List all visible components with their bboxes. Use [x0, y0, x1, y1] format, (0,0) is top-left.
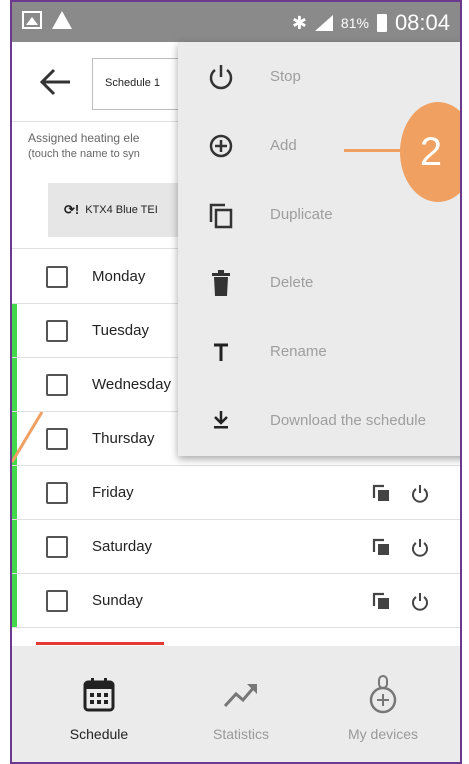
copy-icon — [209, 203, 233, 228]
day-label: Sunday — [92, 592, 143, 609]
menu-label-stop: Stop — [270, 68, 301, 85]
overflow-menu: Stop Add Duplicate Delete Rename Downloa… — [178, 42, 460, 456]
sync-alert-icon: ⟳! — [64, 202, 80, 217]
assigned-elements-text: Assigned heating ele (touch the name to … — [28, 130, 140, 162]
nav-label-my-devices: My devices — [347, 726, 419, 742]
day-label: Saturday — [92, 538, 153, 555]
nav-my-devices[interactable]: My devices — [308, 646, 458, 756]
menu-item-delete[interactable]: Delete — [178, 248, 460, 317]
day-checkbox[interactable] — [46, 482, 68, 504]
signal-icon — [314, 15, 333, 31]
day-checkbox[interactable] — [46, 266, 68, 288]
menu-label-download: Download the schedule — [270, 411, 426, 429]
thermostat-icon — [369, 675, 397, 714]
menu-item-download[interactable]: Download the schedule — [178, 386, 460, 455]
trend-icon — [223, 684, 257, 708]
power-icon[interactable] — [410, 537, 430, 557]
warning-icon — [52, 11, 72, 29]
day-row-saturday[interactable]: Saturday — [12, 520, 460, 574]
assigned-line1: Assigned heating ele — [28, 131, 140, 145]
day-checkbox[interactable] — [46, 374, 68, 396]
nav-schedule[interactable]: Schedule — [24, 646, 174, 756]
battery-icon — [376, 14, 387, 32]
day-checkbox[interactable] — [46, 536, 68, 558]
power-icon — [209, 65, 233, 90]
calendar-icon — [83, 678, 115, 712]
status-bar: ✱ 81% 08:04 — [12, 2, 460, 42]
nav-statistics[interactable]: Statistics — [166, 646, 316, 756]
menu-item-stop[interactable]: Stop — [178, 42, 460, 111]
clock: 08:04 — [394, 10, 450, 35]
text-icon — [214, 343, 228, 362]
day-label: Tuesday — [92, 322, 149, 339]
menu-label-add: Add — [270, 136, 297, 154]
arrow-left-icon — [39, 68, 70, 96]
trash-icon — [212, 270, 230, 297]
power-icon[interactable] — [410, 591, 430, 611]
battery-percent: 81% — [340, 15, 369, 31]
device-name: KTX4 Blue TEI — [85, 204, 158, 216]
menu-label-delete: Delete — [270, 274, 314, 292]
copy-icon[interactable] — [372, 592, 390, 610]
day-label: Wednesday — [92, 376, 171, 393]
download-icon — [214, 410, 228, 429]
nav-label-schedule: Schedule — [69, 726, 129, 742]
image-notification-icon — [22, 11, 42, 29]
day-label: Monday — [92, 268, 146, 285]
day-row-friday[interactable]: Friday — [12, 466, 460, 520]
assigned-line2: (touch the name to syn — [28, 148, 140, 160]
day-label: Thursday — [92, 430, 155, 447]
back-button[interactable] — [38, 64, 74, 100]
day-row-sunday[interactable]: Sunday — [12, 574, 460, 628]
phone-frame: ✱ 81% 08:04 Schedule 1 Assigned heating … — [10, 0, 462, 764]
add-circle-icon — [209, 134, 233, 158]
menu-item-rename[interactable]: Rename — [178, 317, 460, 386]
copy-icon[interactable] — [372, 484, 390, 502]
day-checkbox[interactable] — [46, 320, 68, 342]
nav-label-statistics: Statistics — [212, 726, 269, 742]
bottom-navigation: Schedule Statistics My devices — [12, 646, 460, 762]
menu-label-duplicate: Duplicate — [270, 205, 333, 223]
copy-icon[interactable] — [372, 538, 390, 556]
day-label: Friday — [92, 484, 134, 501]
power-icon[interactable] — [410, 483, 430, 503]
bluetooth-icon: ✱ — [291, 12, 307, 33]
menu-label-rename: Rename — [270, 343, 327, 361]
day-checkbox[interactable] — [46, 590, 68, 612]
active-tab-indicator — [36, 642, 164, 645]
annotation-tail-line — [12, 412, 44, 463]
